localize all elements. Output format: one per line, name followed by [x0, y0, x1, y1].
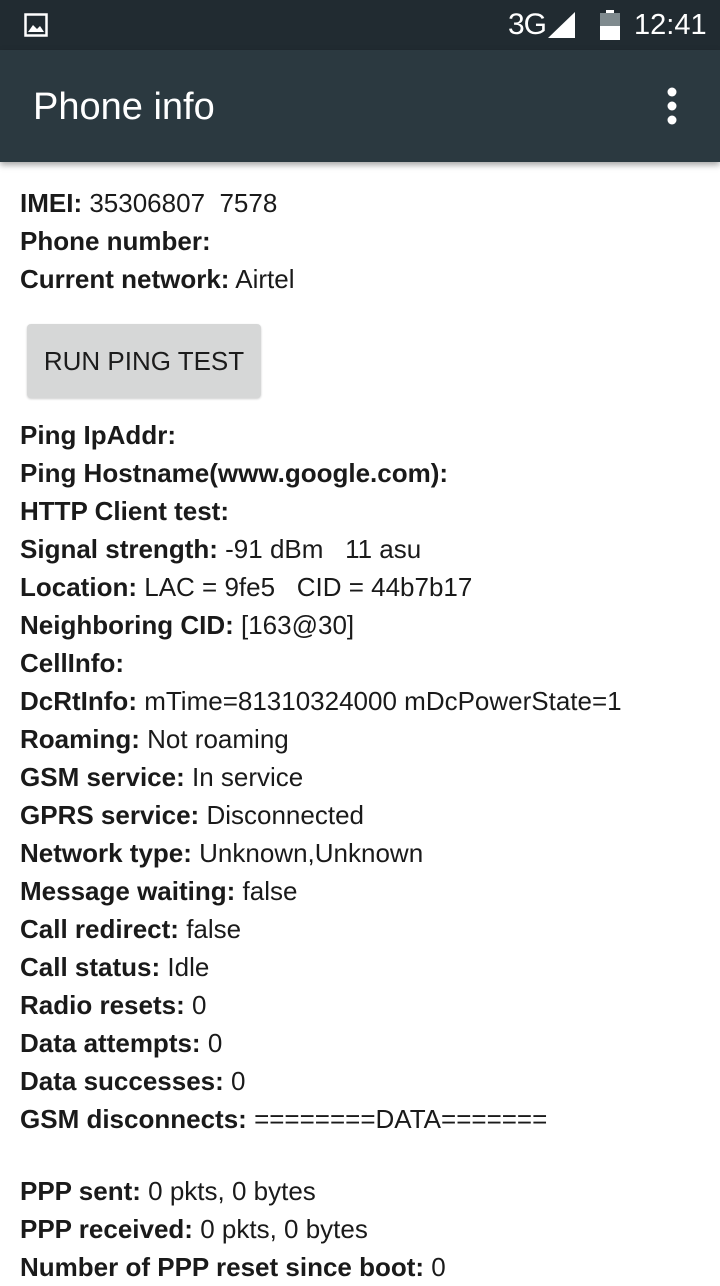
info-value: 0	[207, 1028, 223, 1058]
info-row: Network type: Unknown,Unknown	[20, 834, 710, 872]
app-bar: Phone info	[0, 50, 720, 162]
info-row: HTTP Client test:	[20, 492, 710, 530]
info-label: Ping IpAddr:	[20, 420, 176, 450]
info-label: DcRtInfo:	[20, 686, 137, 716]
info-main-section: Ping IpAddr: Ping Hostname(www.google.co…	[20, 416, 710, 1138]
info-value: LAC = 9fe5 CID = 44b7b17	[144, 572, 473, 602]
info-label: GSM disconnects:	[20, 1104, 247, 1134]
info-label: Call redirect:	[20, 914, 179, 944]
info-row: Data attempts: 0	[20, 1024, 710, 1062]
info-label: IMEI:	[20, 188, 83, 218]
info-label: Neighboring CID:	[20, 610, 234, 640]
more-vert-icon[interactable]	[660, 86, 684, 126]
info-value: Disconnected	[206, 800, 364, 830]
info-value: 0	[231, 1066, 246, 1096]
info-value: Airtel	[235, 264, 295, 294]
info-value: -91 dBm 11 asu	[225, 534, 422, 564]
info-row: Data successes: 0	[20, 1062, 710, 1100]
info-value: [163@30]	[241, 610, 355, 640]
run-ping-test-button[interactable]: RUN PING TEST	[27, 324, 261, 398]
info-label: Roaming:	[20, 724, 140, 754]
info-row: Roaming: Not roaming	[20, 720, 710, 758]
info-value: false	[186, 914, 242, 944]
info-row: Signal strength: -91 dBm 11 asu	[20, 530, 710, 568]
info-label: CellInfo:	[20, 648, 124, 678]
info-row: Ping IpAddr:	[20, 416, 710, 454]
info-top-section: IMEI: 35306807 7578 Phone number: Current…	[20, 184, 710, 298]
battery-icon	[600, 10, 620, 40]
info-label: Number of PPP reset since boot:	[20, 1252, 425, 1282]
signal-icon	[548, 12, 575, 38]
info-label: Location:	[20, 572, 137, 602]
info-value: Idle	[167, 952, 210, 982]
info-label: Phone number:	[20, 226, 211, 256]
info-ppp-section: PPP sent: 0 pkts, 0 bytes PPP received: 0…	[20, 1172, 710, 1286]
info-value: mTime=81310324000 mDcPowerState=1	[144, 686, 622, 716]
info-value: 0 pkts, 0 bytes	[148, 1176, 316, 1206]
info-label: Data attempts:	[20, 1028, 201, 1058]
info-row: IMEI: 35306807 7578	[20, 184, 710, 222]
info-value: 0	[431, 1252, 446, 1282]
info-label: Radio resets:	[20, 990, 185, 1020]
info-label: Message waiting:	[20, 876, 236, 906]
info-label: Ping Hostname(www.google.com):	[20, 458, 449, 488]
info-value: Unknown,Unknown	[199, 838, 424, 868]
info-row: Radio resets: 0	[20, 986, 710, 1024]
info-value: In service	[191, 762, 304, 792]
clock: 12:41	[634, 9, 707, 41]
info-value: false	[242, 876, 298, 906]
info-row: CellInfo:	[20, 644, 710, 682]
info-row: Call redirect: false	[20, 910, 710, 948]
info-row: Message waiting: false	[20, 872, 710, 910]
info-row: Call status: Idle	[20, 948, 710, 986]
phone-info-content: IMEI: 35306807 7578 Phone number: Current…	[20, 184, 710, 1286]
info-value: 0	[191, 990, 207, 1020]
info-label: Data successes:	[20, 1066, 224, 1096]
info-label: Current network:	[20, 264, 230, 294]
info-row: Current network: Airtel	[20, 260, 710, 298]
info-row: PPP received: 0 pkts, 0 bytes	[20, 1210, 710, 1248]
info-row: Number of PPP reset since boot: 0	[20, 1248, 710, 1286]
info-label: PPP sent:	[20, 1176, 141, 1206]
info-value: 35306807 7578	[89, 188, 278, 218]
info-value: 0 pkts, 0 bytes	[200, 1214, 368, 1244]
page-title: Phone info	[33, 86, 215, 128]
info-value: Not roaming	[147, 724, 289, 754]
network-type-indicator: 3G	[508, 8, 547, 41]
info-value: ========DATA=======	[254, 1104, 548, 1134]
info-row: GSM service: In service	[20, 758, 710, 796]
info-label: Call status:	[20, 952, 161, 982]
info-row: Location: LAC = 9fe5 CID = 44b7b17	[20, 568, 710, 606]
info-row: Phone number:	[20, 222, 710, 260]
status-bar: 3G 12:41	[0, 0, 720, 50]
info-row: DcRtInfo: mTime=81310324000 mDcPowerStat…	[20, 682, 710, 720]
info-row: GSM disconnects: ========DATA=======	[20, 1100, 710, 1138]
info-label: Signal strength:	[20, 534, 218, 564]
info-label: Network type:	[20, 838, 192, 868]
info-row: GPRS service: Disconnected	[20, 796, 710, 834]
info-row: PPP sent: 0 pkts, 0 bytes	[20, 1172, 710, 1210]
info-row: Neighboring CID: [163@30]	[20, 606, 710, 644]
info-label: GPRS service:	[20, 800, 200, 830]
image-icon	[24, 13, 48, 37]
info-label: HTTP Client test:	[20, 496, 229, 526]
info-label: PPP received:	[20, 1214, 193, 1244]
info-row: Ping Hostname(www.google.com):	[20, 454, 710, 492]
info-label: GSM service:	[20, 762, 185, 792]
